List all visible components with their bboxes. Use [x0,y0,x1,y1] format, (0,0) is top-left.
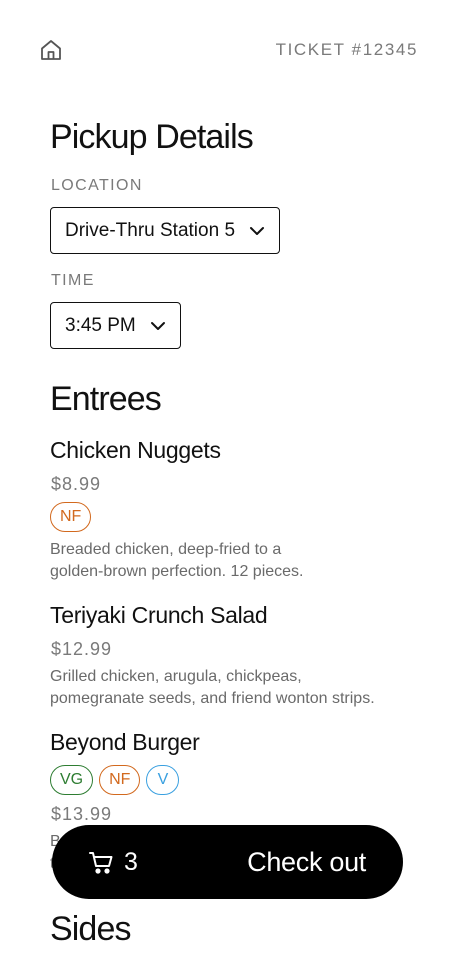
time-label: TIME [51,272,95,289]
cart-count: 3 [124,847,138,876]
item-price: $13.99 [51,804,113,824]
chevron-down-icon [250,226,265,235]
section-title-sides: Sides [50,910,131,948]
item-price: $12.99 [51,639,113,659]
ticket-number: TICKET #12345 [275,40,418,59]
item-description: Grilled chicken, arugula, chickpeas, pom… [50,666,420,710]
home-icon[interactable] [39,38,63,62]
vg-badge: VG [50,765,94,795]
cart-icon [89,852,113,874]
item-description-line: Breaded chicken, deep-fried to a [50,541,282,558]
chevron-down-icon [150,321,165,330]
item-name[interactable]: Beyond Burger [50,729,200,756]
item-name[interactable]: Teriyaki Crunch Salad [50,602,268,629]
item-price: $8.99 [51,474,102,494]
item-badges: NF [50,502,92,532]
v-badge: V [146,765,180,795]
nf-badge: NF [99,765,141,795]
time-value: 3:45 PM [65,314,136,336]
page-title: Pickup Details [50,118,254,156]
checkout-button[interactable]: 3 Check out [52,825,403,899]
item-description-line: golden-brown perfection. 12 pieces. [50,563,304,580]
checkout-label: Check out [247,846,366,877]
time-select[interactable]: 3:45 PM [50,302,181,349]
section-title-entrees: Entrees [50,380,162,418]
item-description-line: Grilled chicken, arugula, chickpeas, [50,668,302,685]
item-description: Breaded chicken, deep-fried to a golden-… [50,539,420,583]
nf-badge: NF [50,502,92,532]
item-description-line: pomegranate seeds, and friend wonton str… [50,690,375,707]
item-badges: VG NF V [50,765,180,795]
location-select[interactable]: Drive-Thru Station 5 [50,207,281,254]
item-name[interactable]: Chicken Nuggets [50,437,221,464]
location-value: Drive-Thru Station 5 [65,219,236,241]
location-label: LOCATION [51,177,143,194]
